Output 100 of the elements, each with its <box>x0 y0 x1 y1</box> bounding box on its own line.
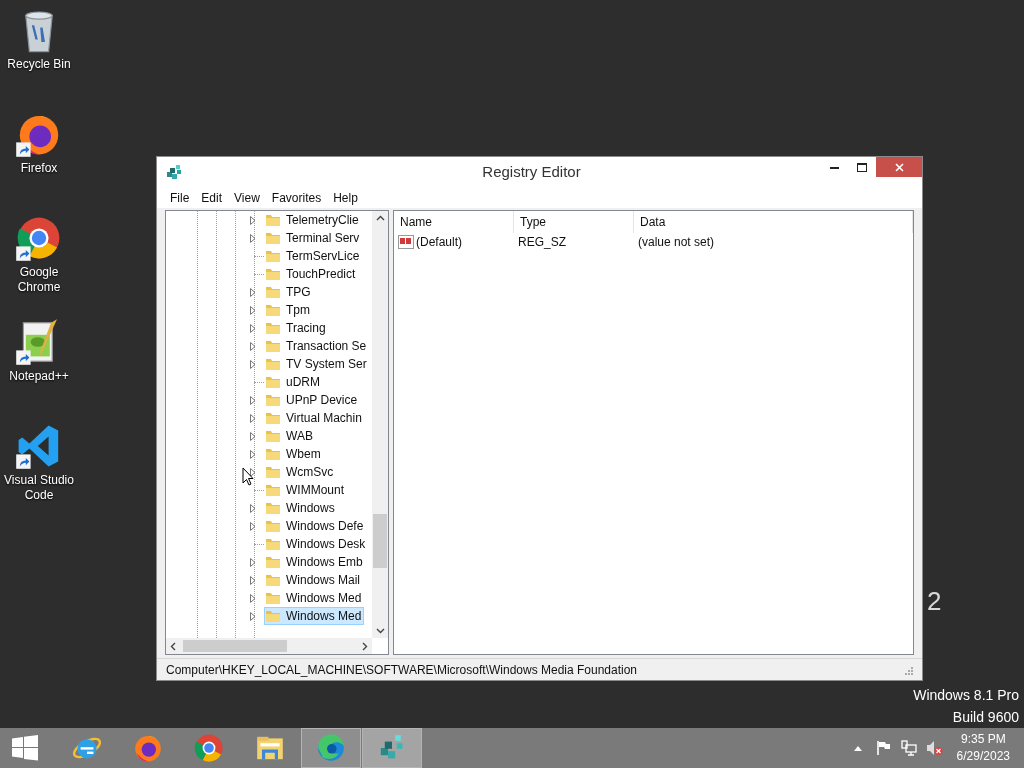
tree-item[interactable]: Windows Desk <box>264 535 369 553</box>
expand-arrow-icon[interactable] <box>250 233 256 243</box>
chrome-icon <box>193 732 225 764</box>
expand-arrow-icon[interactable] <box>250 413 256 423</box>
expand-arrow-icon[interactable] <box>250 341 256 351</box>
tree-item[interactable]: Tpm <box>264 301 313 319</box>
string-value-icon <box>398 235 414 249</box>
folder-icon <box>265 411 281 425</box>
folder-icon <box>265 501 281 515</box>
tree-item[interactable]: Windows Med <box>264 607 365 625</box>
resize-grip-icon[interactable] <box>903 664 913 675</box>
expand-arrow-icon[interactable] <box>250 449 256 459</box>
expand-arrow-icon[interactable] <box>250 521 256 531</box>
expand-arrow-icon[interactable] <box>250 467 256 477</box>
tree-item[interactable]: WIMMount <box>264 481 347 499</box>
folder-icon <box>265 591 281 605</box>
folder-icon <box>265 609 281 623</box>
expand-arrow-icon[interactable] <box>250 287 256 297</box>
expand-arrow-icon[interactable] <box>250 593 256 603</box>
value-name[interactable]: (Default) <box>416 233 462 251</box>
tree-item[interactable]: WcmSvc <box>264 463 337 481</box>
show-hidden-icons-icon[interactable] <box>853 745 862 751</box>
desktop-icon[interactable]: Visual Studio Code <box>0 422 78 526</box>
desktop-icon[interactable]: Google Chrome <box>0 214 78 318</box>
flag-icon[interactable] <box>875 740 892 756</box>
tree-item[interactable]: UPnP Device <box>264 391 361 409</box>
tree-item[interactable]: TouchPredict <box>264 265 359 283</box>
tree-item[interactable]: Transaction Se <box>264 337 370 355</box>
cubes-icon <box>166 163 183 181</box>
build-text: Build 9600 <box>952 708 1019 727</box>
desktop-icon[interactable]: Firefox <box>0 110 78 214</box>
folder-icon <box>265 465 281 479</box>
menu-item[interactable]: Favorites <box>266 188 327 207</box>
taskbar-button[interactable] <box>362 728 422 768</box>
edition-text: Windows 8.1 Pro <box>913 686 1019 705</box>
folder-icon <box>265 339 281 353</box>
expand-arrow-icon[interactable] <box>250 611 256 621</box>
desktop-icon[interactable]: Notepad++ <box>0 318 78 422</box>
expand-arrow-icon[interactable] <box>250 395 256 405</box>
tree-item[interactable]: WAB <box>264 427 316 445</box>
folder-icon <box>265 303 281 317</box>
tree-item[interactable]: Windows Mail <box>264 571 363 589</box>
column-header[interactable]: Name <box>394 211 514 233</box>
tree-item[interactable]: Wbem <box>264 445 324 463</box>
windows-logo-icon <box>12 735 38 761</box>
folder-icon <box>265 375 281 389</box>
menu-item[interactable]: Help <box>328 188 363 207</box>
tree-item[interactable]: Windows Emb <box>264 553 366 571</box>
folder-icon <box>265 519 281 533</box>
expand-arrow-icon[interactable] <box>250 215 256 225</box>
menu-item[interactable]: Edit <box>196 188 228 207</box>
folder-icon <box>265 231 281 245</box>
scrollbar-thumb[interactable] <box>373 514 387 568</box>
folder-icon <box>265 555 281 569</box>
taskbar-button[interactable] <box>301 728 361 768</box>
expand-arrow-icon[interactable] <box>250 575 256 585</box>
tree-item[interactable]: TV System Ser <box>264 355 370 373</box>
tree-item[interactable]: Windows Med <box>264 589 365 607</box>
folder-icon <box>265 285 281 299</box>
close-icon <box>894 162 904 172</box>
tree-item[interactable]: TPG <box>264 283 314 301</box>
column-header[interactable]: Type <box>514 211 634 233</box>
edge-icon <box>315 732 347 764</box>
folder-icon <box>265 357 281 371</box>
folder-icon <box>265 213 281 227</box>
clock[interactable]: 9:35 PM 6/29/2023 <box>956 731 1010 765</box>
column-header[interactable]: Data <box>634 211 913 233</box>
expand-arrow-icon[interactable] <box>250 431 256 441</box>
status-bar-path: Computer\HKEY_LOCAL_MACHINE\SOFTWARE\Microsoft\Windows Media Foundation <box>166 661 638 679</box>
desktop-text: 2 <box>927 585 942 618</box>
folder-icon <box>265 447 281 461</box>
expand-arrow-icon[interactable] <box>250 557 256 567</box>
vertical-scrollbar[interactable] <box>372 211 388 638</box>
tree-item[interactable]: Windows <box>264 499 338 517</box>
tree-item[interactable]: TermServLice <box>264 247 363 265</box>
scrollbar-thumb[interactable] <box>183 640 287 652</box>
folder-icon <box>265 483 281 497</box>
tree-item[interactable]: Terminal Serv <box>264 229 363 247</box>
folder-icon <box>265 537 281 551</box>
network-icon[interactable] <box>900 740 917 756</box>
tree-item[interactable]: Windows Defe <box>264 517 367 535</box>
tree-item[interactable]: Virtual Machin <box>264 409 365 427</box>
table-cell-text: REG_SZ <box>518 234 566 251</box>
desktop-icon[interactable]: Recycle Bin <box>0 0 78 110</box>
horizontal-scrollbar[interactable] <box>166 638 372 654</box>
folder-icon <box>265 249 281 263</box>
window-title: Registry Editor <box>482 161 581 182</box>
table-cell-text: (value not set) <box>638 234 715 251</box>
menu-item[interactable]: View <box>229 188 265 207</box>
tree-item[interactable]: uDRM <box>264 373 323 391</box>
expand-arrow-icon[interactable] <box>250 503 256 513</box>
speaker-muted-icon[interactable] <box>925 740 944 756</box>
tree-item[interactable]: Tracing <box>264 319 329 337</box>
folder-icon <box>265 393 281 407</box>
folder-icon <box>265 429 281 443</box>
menu-item[interactable]: File <box>165 188 195 207</box>
expand-arrow-icon[interactable] <box>250 323 256 333</box>
expand-arrow-icon[interactable] <box>250 305 256 315</box>
tree-item[interactable]: TelemetryClie <box>264 211 362 229</box>
expand-arrow-icon[interactable] <box>250 359 256 369</box>
